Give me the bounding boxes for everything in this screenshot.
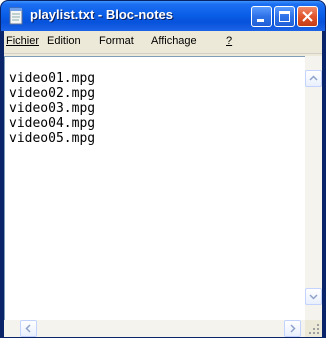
arrow-right-icon (290, 324, 296, 333)
arrow-up-icon (309, 75, 318, 81)
menu-affichage-label: Affichage (151, 35, 197, 47)
vertical-scrollbar[interactable] (305, 56, 322, 320)
minimize-icon (257, 19, 264, 22)
editor-line: video02.mpg (9, 86, 96, 101)
close-icon (302, 11, 313, 22)
menu-format-label: Format (99, 35, 134, 47)
scroll-right-button[interactable] (284, 320, 301, 337)
editor-line: video04.mpg (9, 116, 96, 131)
arrow-down-icon (309, 294, 318, 300)
editor-line: video01.mpg (9, 71, 96, 86)
scroll-down-button[interactable] (305, 288, 322, 305)
scroll-left-button[interactable] (20, 320, 37, 337)
scroll-up-button[interactable] (305, 70, 322, 87)
editor-line: video03.mpg (9, 101, 96, 116)
notepad-icon[interactable] (8, 7, 24, 25)
minimize-button[interactable] (251, 6, 272, 27)
resize-grip[interactable] (305, 320, 322, 337)
editor-line: video05.mpg (9, 131, 96, 146)
horizontal-scrollbar[interactable] (4, 320, 305, 337)
menu-bar: Fichier Edition Format Affichage ? (4, 31, 322, 54)
menu-fichier[interactable]: Fichier (6, 35, 39, 47)
menu-edition[interactable]: Edition (47, 35, 81, 47)
arrow-left-icon (25, 324, 31, 333)
notepad-window: playlist.txt - Bloc-notes Fichier Editio… (0, 0, 326, 338)
close-button[interactable] (297, 6, 318, 27)
resize-grip-icon (309, 324, 319, 334)
menu-help-label: ? (226, 35, 233, 47)
menu-format[interactable]: Format (99, 35, 134, 47)
menu-edition-label: Edition (47, 35, 81, 47)
text-editor[interactable]: video01.mpg video02.mpg video03.mpg vide… (4, 56, 305, 320)
menu-fichier-label: Fichier (6, 35, 40, 47)
maximize-icon (279, 11, 290, 22)
maximize-button[interactable] (274, 6, 295, 27)
window-title: playlist.txt - Bloc-notes (30, 7, 174, 22)
menu-help[interactable]: ? (226, 35, 232, 47)
title-bar[interactable]: playlist.txt - Bloc-notes (1, 1, 325, 31)
menu-affichage[interactable]: Affichage (151, 35, 197, 47)
